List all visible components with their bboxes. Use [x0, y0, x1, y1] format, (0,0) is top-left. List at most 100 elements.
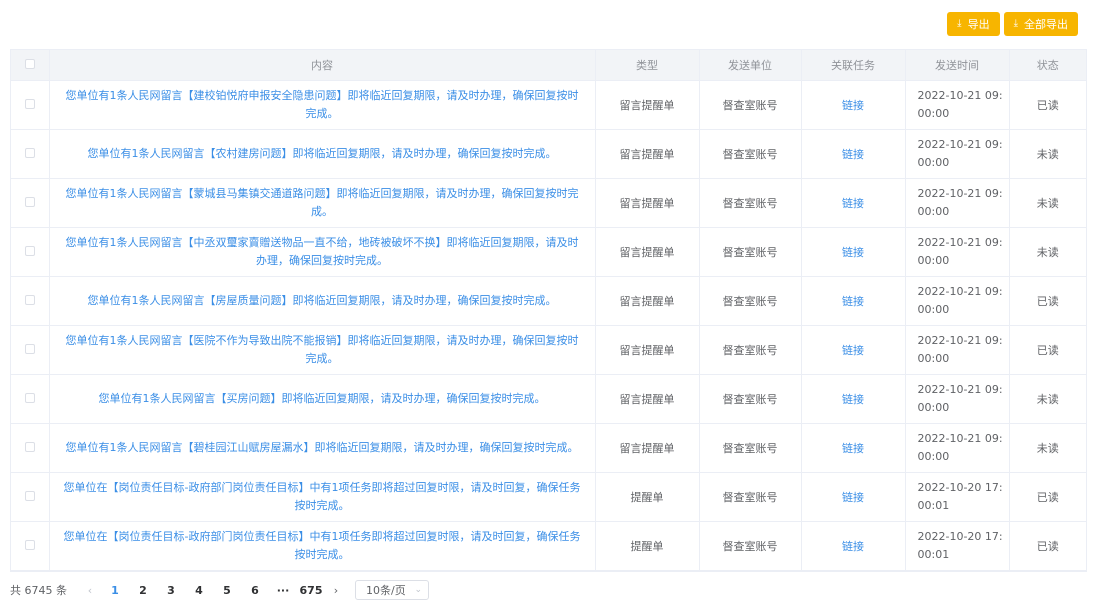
task-link[interactable]: 链接: [842, 197, 864, 210]
send-time: 2022-10-20 17:00:01: [905, 472, 1010, 522]
send-time: 2022-10-21 09:00:00: [905, 276, 1010, 326]
task-link[interactable]: 链接: [842, 148, 864, 161]
sender-unit: 督查室账号: [699, 178, 802, 228]
send-time: 2022-10-21 09:00:00: [905, 178, 1010, 228]
row-select-cell: [11, 521, 50, 571]
page-ellipsis[interactable]: ···: [269, 584, 297, 597]
message-type: 留言提醒单: [595, 80, 700, 130]
page-number[interactable]: 5: [213, 584, 241, 597]
sender-unit: 督查室账号: [699, 227, 802, 277]
row-checkbox[interactable]: [24, 343, 35, 354]
message-content[interactable]: 您单位有1条人民网留言【碧桂园江山赋房屋漏水】即将临近回复期限，请及时办理，确保…: [49, 423, 596, 473]
row-checkbox[interactable]: [24, 294, 35, 305]
page-number[interactable]: 6: [241, 584, 269, 597]
message-table: 内容 类型 发送单位 关联任务 发送时间 状态 您单位有1条人民网留言【建校铂悦…: [10, 49, 1087, 572]
row-checkbox[interactable]: [24, 245, 35, 256]
read-status: 未读: [1009, 129, 1086, 179]
task-link[interactable]: 链接: [842, 99, 864, 112]
send-time: 2022-10-21 09:00:00: [905, 423, 1010, 473]
read-status: 未读: [1009, 178, 1086, 228]
message-type: 留言提醒单: [595, 374, 700, 424]
message-content[interactable]: 您单位在【岗位责任目标-政府部门岗位责任目标】中有1项任务即将超过回复时限，请及…: [49, 521, 596, 571]
export-all-button[interactable]: ⤓ 全部导出: [1003, 12, 1078, 36]
chevron-down-icon: ⌄: [414, 585, 422, 595]
page-number[interactable]: 1: [101, 584, 129, 597]
chevron-left-icon[interactable]: ‹: [79, 584, 101, 597]
read-status: 已读: [1009, 325, 1086, 375]
row-select-cell: [11, 472, 50, 522]
page-size-value: 10条/页: [366, 584, 406, 597]
table-row: 您单位有1条人民网留言【买房问题】即将临近回复期限，请及时办理，确保回复按时完成…: [11, 374, 1086, 424]
send-time: 2022-10-21 09:00:00: [905, 80, 1010, 130]
page-number[interactable]: 675: [297, 584, 325, 597]
message-content[interactable]: 您单位有1条人民网留言【房屋质量问题】即将临近回复期限，请及时办理，确保回复按时…: [49, 276, 596, 326]
message-type: 留言提醒单: [595, 276, 700, 326]
task-cell: 链接: [801, 325, 906, 375]
row-checkbox[interactable]: [24, 539, 35, 550]
row-checkbox[interactable]: [24, 147, 35, 158]
message-content[interactable]: 您单位在【岗位责任目标-政府部门岗位责任目标】中有1项任务即将超过回复时限，请及…: [49, 472, 596, 522]
row-select-cell: [11, 129, 50, 179]
export-button-label: 导出: [967, 18, 990, 31]
message-content[interactable]: 您单位有1条人民网留言【医院不作为导致出院不能报销】即将临近回复期限，请及时办理…: [49, 325, 596, 375]
task-cell: 链接: [801, 276, 906, 326]
row-checkbox[interactable]: [24, 392, 35, 403]
message-content[interactable]: 您单位有1条人民网留言【农村建房问题】即将临近回复期限，请及时办理，确保回复按时…: [49, 129, 596, 179]
table-row: 您单位在【岗位责任目标-政府部门岗位责任目标】中有1项任务即将超过回复时限，请及…: [11, 521, 1086, 571]
read-status: 已读: [1009, 472, 1086, 522]
sender-unit: 督查室账号: [699, 129, 802, 179]
page-number[interactable]: 2: [129, 584, 157, 597]
table-row: 您单位有1条人民网留言【建校铂悦府申报安全隐患问题】即将临近回复期限，请及时办理…: [11, 80, 1086, 130]
task-link[interactable]: 链接: [842, 491, 864, 504]
send-time: 2022-10-21 09:00:00: [905, 374, 1010, 424]
row-checkbox[interactable]: [24, 490, 35, 501]
page-number[interactable]: 4: [185, 584, 213, 597]
message-content[interactable]: 您单位有1条人民网留言【中丞双璽家賣贈送物品一直不给，地砖被破坏不换】即将临近回…: [49, 227, 596, 277]
task-cell: 链接: [801, 129, 906, 179]
row-checkbox[interactable]: [24, 196, 35, 207]
task-link[interactable]: 链接: [842, 295, 864, 308]
select-all-cell: [11, 50, 50, 81]
row-checkbox[interactable]: [24, 441, 35, 452]
download-icon: ⤓: [1013, 18, 1018, 29]
task-cell: 链接: [801, 178, 906, 228]
sender-unit: 督查室账号: [699, 521, 802, 571]
export-all-button-label: 全部导出: [1024, 18, 1068, 31]
sender-unit: 督查室账号: [699, 472, 802, 522]
export-button[interactable]: ⤓ 导出: [947, 12, 1000, 36]
table-row: 您单位有1条人民网留言【医院不作为导致出院不能报销】即将临近回复期限，请及时办理…: [11, 325, 1086, 375]
read-status: 已读: [1009, 276, 1086, 326]
message-content[interactable]: 您单位有1条人民网留言【蒙城县马集镇交通道路问题】即将临近回复期限，请及时办理，…: [49, 178, 596, 228]
page-size-select[interactable]: 10条/页 ⌄: [355, 580, 429, 600]
chevron-right-icon[interactable]: ›: [325, 584, 347, 597]
header-type: 类型: [595, 50, 700, 81]
sender-unit: 督查室账号: [699, 325, 802, 375]
message-type: 留言提醒单: [595, 178, 700, 228]
select-all-checkbox[interactable]: [24, 58, 35, 69]
task-cell: 链接: [801, 423, 906, 473]
message-content[interactable]: 您单位有1条人民网留言【买房问题】即将临近回复期限，请及时办理，确保回复按时完成…: [49, 374, 596, 424]
row-checkbox[interactable]: [24, 98, 35, 109]
row-select-cell: [11, 423, 50, 473]
send-time: 2022-10-20 17:00:01: [905, 521, 1010, 571]
send-time: 2022-10-21 09:00:00: [905, 325, 1010, 375]
message-content[interactable]: 您单位有1条人民网留言【建校铂悦府申报安全隐患问题】即将临近回复期限，请及时办理…: [49, 80, 596, 130]
page-number[interactable]: 3: [157, 584, 185, 597]
task-cell: 链接: [801, 227, 906, 277]
send-time: 2022-10-21 09:00:00: [905, 227, 1010, 277]
message-type: 提醒单: [595, 521, 700, 571]
message-type: 留言提醒单: [595, 227, 700, 277]
task-link[interactable]: 链接: [842, 393, 864, 406]
table-row: 您单位在【岗位责任目标-政府部门岗位责任目标】中有1项任务即将超过回复时限，请及…: [11, 472, 1086, 522]
task-link[interactable]: 链接: [842, 540, 864, 553]
header-task: 关联任务: [801, 50, 906, 81]
row-select-cell: [11, 178, 50, 228]
row-select-cell: [11, 276, 50, 326]
sender-unit: 督查室账号: [699, 276, 802, 326]
task-link[interactable]: 链接: [842, 344, 864, 357]
task-link[interactable]: 链接: [842, 246, 864, 259]
task-link[interactable]: 链接: [842, 442, 864, 455]
table-row: 您单位有1条人民网留言【农村建房问题】即将临近回复期限，请及时办理，确保回复按时…: [11, 129, 1086, 179]
header-unit: 发送单位: [699, 50, 802, 81]
header-content: 内容: [49, 50, 596, 81]
